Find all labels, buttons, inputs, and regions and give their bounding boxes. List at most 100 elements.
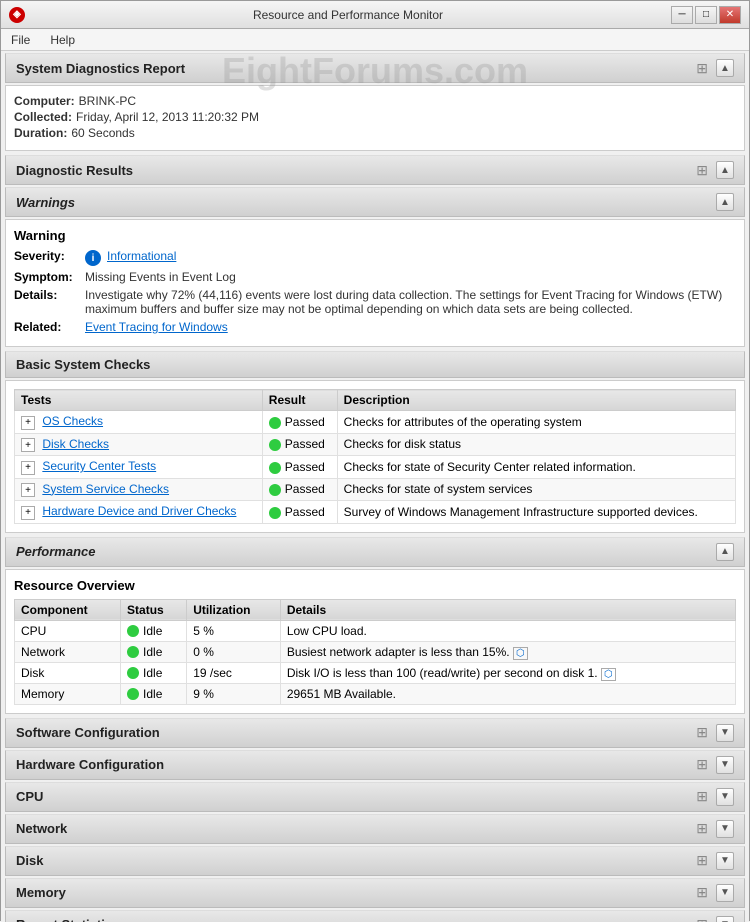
details-cell: Busiest network adapter is less than 15%…	[280, 641, 735, 662]
collapsed-section-header[interactable]: Memory ⊞ ▼	[5, 878, 745, 908]
system-diagnostics-title: System Diagnostics Report	[16, 61, 185, 76]
utilization-cell: 19 /sec	[187, 662, 281, 683]
test-link[interactable]: System Service Checks	[42, 482, 169, 496]
result-cell: Passed	[262, 433, 337, 456]
duration-value: 60 Seconds	[71, 126, 134, 140]
details-cell: Disk I/O is less than 100 (read/write) p…	[280, 662, 735, 683]
collected-row: Collected: Friday, April 12, 2013 11:20:…	[14, 110, 736, 124]
performance-header[interactable]: Performance ▲	[5, 537, 745, 567]
collapsed-section-title: Software Configuration	[16, 725, 160, 740]
collapse-warnings[interactable]: ▲	[716, 193, 734, 211]
severity-row: Severity: i Informational	[14, 249, 736, 266]
basic-checks-header[interactable]: Basic System Checks	[5, 351, 745, 378]
col-result: Result	[262, 390, 337, 411]
basic-checks-section: Basic System Checks Tests Result Descrip…	[1, 351, 749, 533]
menu-help[interactable]: Help	[46, 31, 79, 49]
close-button[interactable]: ✕	[719, 6, 741, 24]
result-cell: Passed	[262, 411, 337, 434]
system-diagnostics-header[interactable]: System Diagnostics Report ⊞ ▲	[5, 53, 745, 83]
collapsed-section: Software Configuration ⊞ ▼	[1, 718, 749, 748]
col-description: Description	[337, 390, 735, 411]
grid-icon: ⊞	[696, 756, 708, 773]
expand-icon[interactable]: +	[21, 416, 35, 430]
warnings-header[interactable]: Warnings ▲	[5, 187, 745, 217]
computer-row: Computer: BRINK-PC	[14, 94, 736, 108]
component-cell: CPU	[15, 620, 121, 641]
collapse-btn[interactable]: ▼	[716, 756, 734, 774]
collapse-sysdiag[interactable]: ▲	[716, 59, 734, 77]
collapse-btn[interactable]: ▼	[716, 724, 734, 742]
collapsed-section-header[interactable]: Software Configuration ⊞ ▼	[5, 718, 745, 748]
system-diagnostics-section: System Diagnostics Report ⊞ ▲ Computer: …	[1, 53, 749, 151]
test-cell: + Hardware Device and Driver Checks	[15, 501, 263, 524]
expand-icon[interactable]: +	[21, 483, 35, 497]
status-dot	[127, 646, 139, 658]
status-dot	[269, 417, 281, 429]
collapse-performance[interactable]: ▲	[716, 543, 734, 561]
test-cell: + Disk Checks	[15, 433, 263, 456]
description-cell: Checks for state of Security Center rela…	[337, 456, 735, 479]
resource-overview-title: Resource Overview	[14, 578, 736, 593]
utilization-cell: 5 %	[187, 620, 281, 641]
status-dot	[127, 625, 139, 637]
related-value[interactable]: Event Tracing for Windows	[85, 320, 228, 334]
grid-icon: ⊞	[696, 916, 708, 922]
collapsed-section-header[interactable]: Hardware Configuration ⊞ ▼	[5, 750, 745, 780]
test-link[interactable]: Disk Checks	[42, 437, 109, 451]
collapse-btn[interactable]: ▼	[716, 788, 734, 806]
collapse-btn[interactable]: ▼	[716, 820, 734, 838]
status-cell: Idle	[121, 662, 187, 683]
collapse-btn[interactable]: ▼	[716, 884, 734, 902]
component-cell: Memory	[15, 683, 121, 704]
details-cell: 29651 MB Available.	[280, 683, 735, 704]
performance-section: Performance ▲	[1, 537, 749, 567]
resource-overview-content: Resource Overview Component Status Utili…	[5, 569, 745, 714]
collapsed-section: Memory ⊞ ▼	[1, 878, 749, 908]
table-row: Network Idle 0 % Busiest network adapter…	[15, 641, 736, 662]
collapsed-section-title: Disk	[16, 853, 43, 868]
collapsed-section-header[interactable]: Report Statistics ⊞ ▼	[5, 910, 745, 922]
duration-label: Duration:	[14, 126, 67, 140]
expand-icon[interactable]: +	[21, 438, 35, 452]
test-link[interactable]: Security Center Tests	[42, 459, 156, 473]
diagnostic-results-header[interactable]: Diagnostic Results ⊞ ▲	[5, 155, 745, 185]
collapsed-section-header[interactable]: Disk ⊞ ▼	[5, 846, 745, 876]
expand-icon[interactable]: +	[21, 506, 35, 520]
warnings-section: Warnings ▲	[1, 187, 749, 217]
grid-icon: ⊞	[696, 820, 708, 837]
test-link[interactable]: OS Checks	[42, 414, 103, 428]
component-cell: Network	[15, 641, 121, 662]
duration-row: Duration: 60 Seconds	[14, 126, 736, 140]
details-row: Details: Investigate why 72% (44,116) ev…	[14, 288, 736, 316]
table-row: + System Service Checks Passed Checks fo…	[15, 478, 736, 501]
grid-icon-diagres: ⊞	[696, 162, 708, 179]
collapse-btn[interactable]: ▼	[716, 852, 734, 870]
result-cell: Passed	[262, 478, 337, 501]
collapsed-section-header[interactable]: Network ⊞ ▼	[5, 814, 745, 844]
collapse-diagres[interactable]: ▲	[716, 161, 734, 179]
warnings-title: Warnings	[16, 195, 75, 210]
details-cell: Low CPU load.	[280, 620, 735, 641]
expand-icon[interactable]: +	[21, 461, 35, 475]
minimize-button[interactable]: ─	[671, 6, 693, 24]
related-row: Related: Event Tracing for Windows	[14, 320, 736, 334]
collapse-btn[interactable]: ▼	[716, 916, 734, 922]
system-diagnostics-content: Computer: BRINK-PC Collected: Friday, Ap…	[5, 85, 745, 151]
diagnostic-results-title: Diagnostic Results	[16, 163, 133, 178]
grid-icon-sysdiag: ⊞	[696, 60, 708, 77]
description-cell: Checks for disk status	[337, 433, 735, 456]
performance-title: Performance	[16, 544, 95, 559]
severity-value[interactable]: Informational	[107, 249, 176, 266]
status-cell: Idle	[121, 683, 187, 704]
main-content[interactable]: System Diagnostics Report ⊞ ▲ Computer: …	[1, 51, 749, 922]
col-details: Details	[280, 599, 735, 620]
title-bar-controls: ─ □ ✕	[671, 6, 741, 24]
test-cell: + System Service Checks	[15, 478, 263, 501]
status-dot	[269, 439, 281, 451]
maximize-button[interactable]: □	[695, 6, 717, 24]
menu-file[interactable]: File	[7, 31, 34, 49]
utilization-cell: 9 %	[187, 683, 281, 704]
collapsed-section-header[interactable]: CPU ⊞ ▼	[5, 782, 745, 812]
details-value: Investigate why 72% (44,116) events were…	[85, 288, 736, 316]
test-link[interactable]: Hardware Device and Driver Checks	[42, 504, 236, 518]
